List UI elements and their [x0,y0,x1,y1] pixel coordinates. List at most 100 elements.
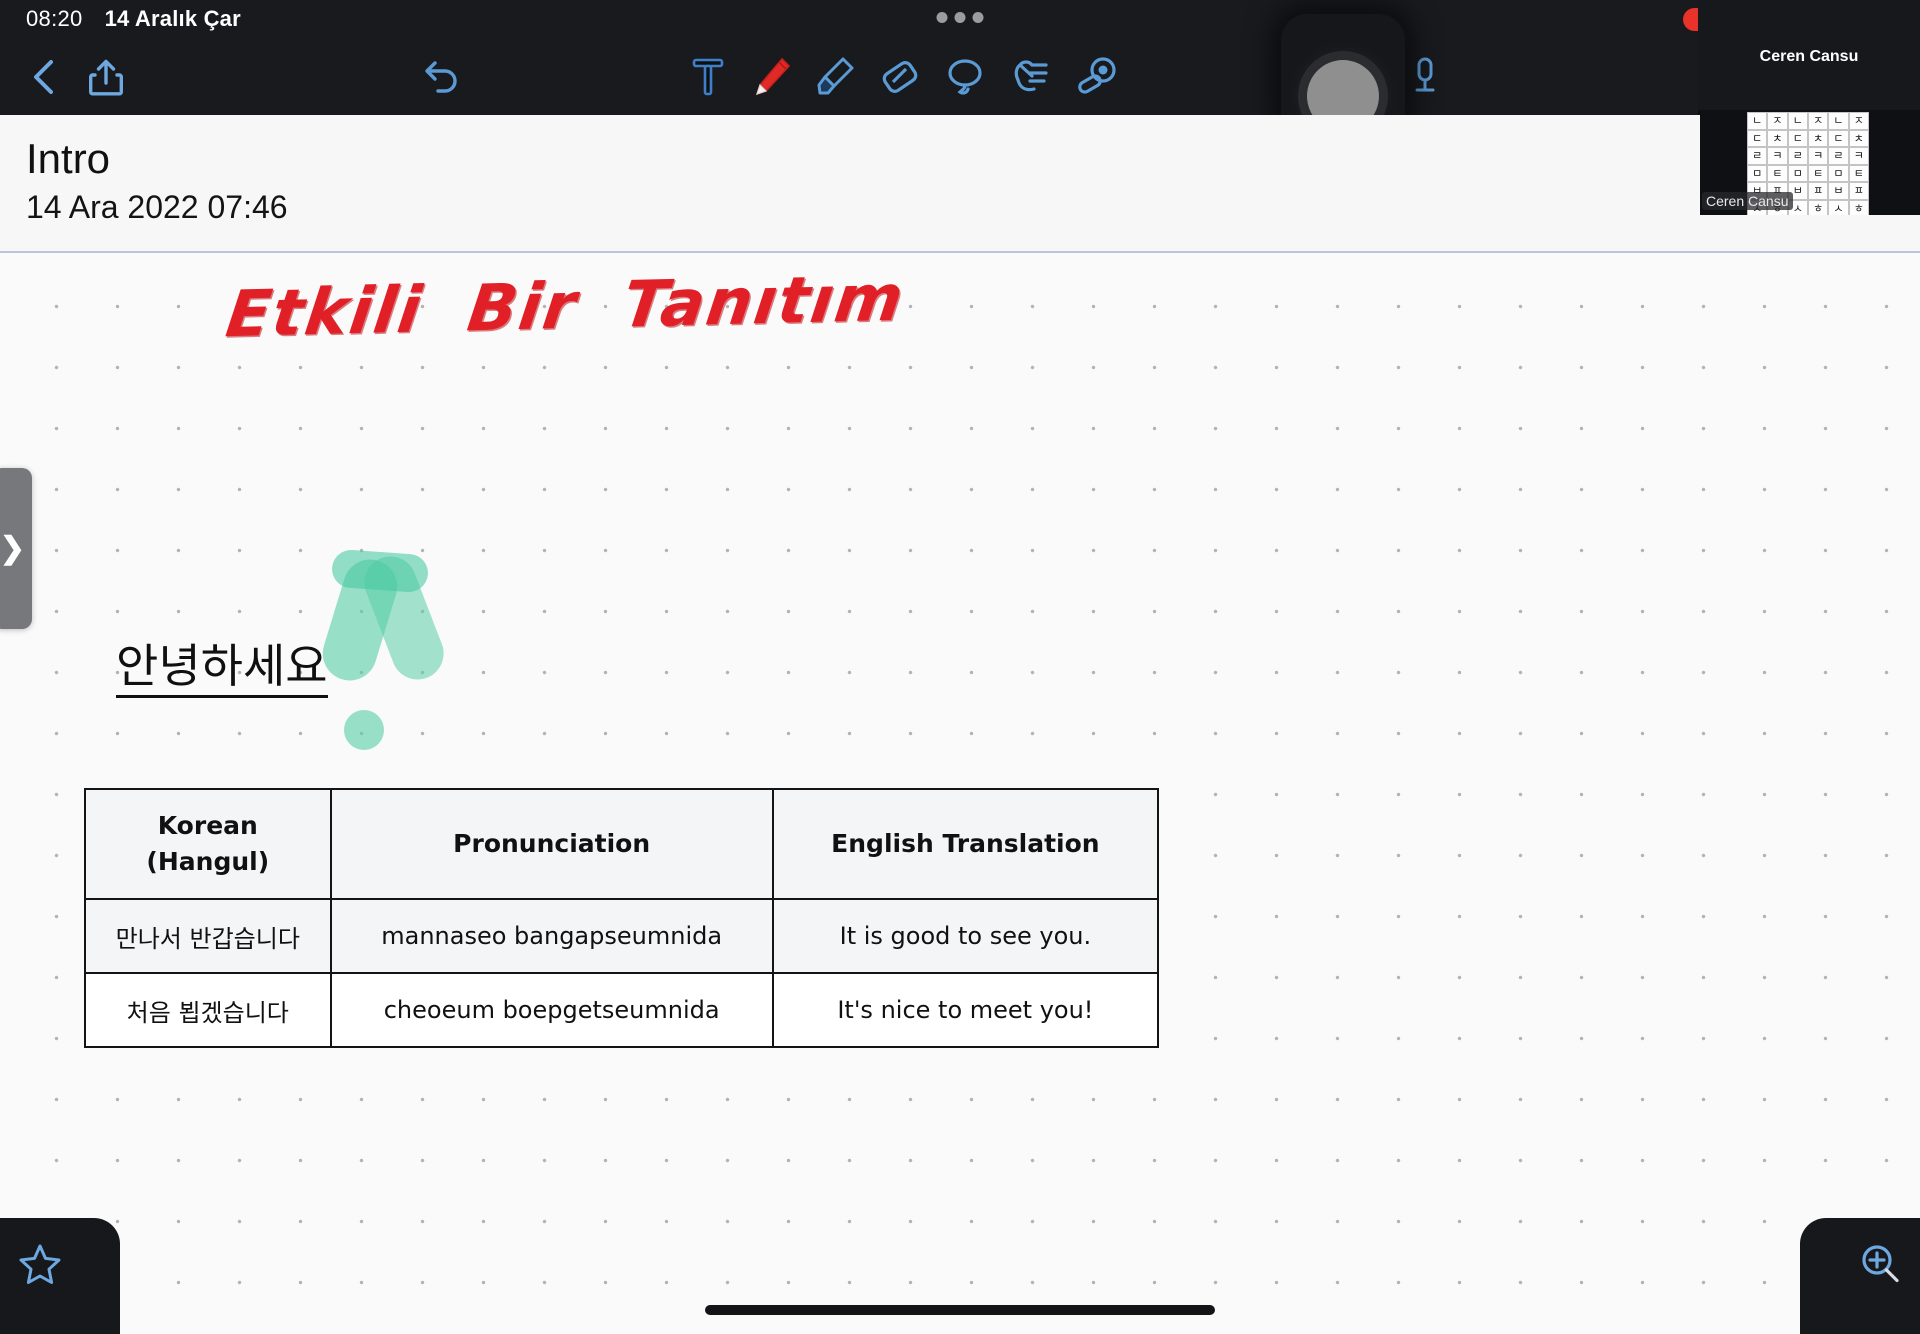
microphone-icon [1415,57,1435,91]
note-canvas[interactable]: Etkili Bir Tanıtım 안녕하세요 Korean (Hangul) P… [0,253,1920,1334]
highlight-dot [344,710,384,750]
handwritten-word-1: Etkili [221,273,428,353]
laser-pointer-icon [1078,56,1116,94]
hangul-cell: ㄹ [1747,147,1768,165]
hangul-cell: ㅈ [1848,112,1869,130]
hangul-cell: ㄹ [1787,147,1808,165]
lasso-tool[interactable] [937,49,993,105]
handwritten-title: Etkili Bir Tanıtım [222,262,909,352]
table-row: 만나서 반갑습니다 mannaseo bangapseumnida It is … [84,898,1160,974]
hangul-cell: ㄷ [1787,129,1808,147]
dot [972,12,984,23]
hangul-cell: ㅋ [1848,147,1869,165]
share-upload-icon [89,59,123,95]
status-date: 14 Aralık Çar [104,6,241,31]
zoom-in-button[interactable] [1856,1240,1904,1288]
call-shared-screen-tile[interactable]: ㄴㅈㄴㅈㄴㅈㄷㅊㄷㅊㄷㅊㄹㅋㄹㅋㄹㅋㅁㅌㅁㅌㅁㅌㅂㅍㅂㅍㅂㅍㅅㅎㅅㅎㅅㅎ Cer… [1698,110,1920,215]
table-header-pronunciation: Pronunciation [329,788,774,900]
bottom-left-panel [0,1218,120,1334]
hangul-cell: ㅍ [1848,182,1869,200]
korean-greeting-text: 안녕하세요 [116,641,328,698]
laser-tool[interactable] [1069,49,1125,105]
microphone-button[interactable] [1397,49,1453,105]
status-time: 08:20 [26,6,83,31]
star-outline-icon [19,1244,61,1284]
hangul-cell: ㅈ [1808,112,1829,130]
highlighter-tool[interactable] [807,49,863,105]
table-header-row: Korean (Hangul) Pronunciation English Tr… [84,788,1160,900]
hangul-cell: ㅁ [1747,164,1768,182]
highlight-stroke [330,548,430,594]
hangul-cell: ㄴ [1787,112,1808,130]
undo-button[interactable] [414,49,470,105]
highlighter-marker-icon [817,57,854,94]
editor-toolbar [0,38,1920,115]
lasso-select-icon [948,58,982,95]
bottom-right-panel [1800,1218,1920,1334]
sidebar-toggle[interactable]: ❯ [0,468,32,629]
pen-tool[interactable] [744,49,800,105]
text-t-icon [692,58,724,95]
hangul-cell: ㅎ [1848,199,1869,215]
vocabulary-table: Korean (Hangul) Pronunciation English Tr… [84,788,1160,1048]
table-row: 처음 뵙겠습니다 cheoeum boepgetseumnida It's ni… [84,972,1160,1048]
favorite-button[interactable] [16,1240,64,1288]
call-self-name: Ceren Cansu [1759,48,1859,65]
cell-pronunciation: cheoeum boepgetseumnida [329,972,774,1048]
undo-arrow-icon [425,60,457,93]
table-header-english: English Translation [771,788,1160,900]
eraser-tool[interactable] [872,49,928,105]
chevron-right-icon: ❯ [0,531,25,565]
text-tool[interactable] [680,49,736,105]
call-share-name-badge: Ceren Cansu [1702,192,1793,210]
dot [954,12,966,23]
header-line-2: (Hangul) [146,847,270,876]
cell-english: It's nice to meet you! [771,972,1160,1048]
home-indicator [705,1305,1215,1315]
hangul-cell: ㅋ [1767,147,1788,165]
hangul-cell: ㄴ [1828,112,1849,130]
hangul-cell: ㅍ [1808,182,1829,200]
hangul-cell: ㄷ [1747,129,1768,147]
cell-korean: 처음 뵙겠습니다 [84,972,332,1048]
magnifier-plus-icon [1862,1245,1899,1283]
hand-tool[interactable] [1003,49,1059,105]
hangul-cell: ㅁ [1787,164,1808,182]
highlighter-exclamation-annotation [316,548,452,758]
hangul-cell: ㅌ [1808,164,1829,182]
hangul-cell: ㄴ [1747,112,1768,130]
call-self-tile[interactable]: Ceren Cansu [1698,0,1920,110]
pointing-hand-icon [1014,59,1048,91]
hangul-cell: ㄹ [1828,147,1849,165]
share-button[interactable] [78,49,134,105]
back-button[interactable] [16,49,72,105]
page-title: Intro [26,135,111,182]
handwritten-word-3: Tanıtım [618,261,910,343]
cell-english: It is good to see you. [771,898,1160,974]
hangul-cell: ㅊ [1767,129,1788,147]
hangul-cell: ㄷ [1828,129,1849,147]
cell-pronunciation: mannaseo bangapseumnida [329,898,774,974]
hangul-cell: ㅌ [1848,164,1869,182]
top-chrome: 08:20 14 Aralık Çar [0,0,1920,138]
hangul-cell: ㅈ [1767,112,1788,130]
hangul-cell: ㅅ [1828,199,1849,215]
note-header: Intro 14 Ara 2022 07:46 [0,115,1700,253]
hangul-cell: ㅁ [1828,164,1849,182]
video-call-panel[interactable]: Ceren Cansu Ceren Cansu ㄴㅈㄴㅈㄴㅈㄷㅊㄷㅊㄷㅊㄹㅋㄹㅋ… [1698,0,1920,215]
hangul-cell: ㅌ [1767,164,1788,182]
dot [936,12,948,23]
table-header-korean: Korean (Hangul) [84,788,332,900]
multitask-handle-icon[interactable] [936,12,984,23]
hangul-cell: ㅋ [1808,147,1829,165]
hangul-cell: ㅂ [1828,182,1849,200]
chevron-left-icon [34,59,53,94]
header-line-1: Korean [157,810,258,840]
note-header-filler [1700,215,1920,253]
red-pencil-icon [755,57,791,95]
hangul-cell: ㅎ [1808,199,1829,215]
eraser-icon [882,60,918,93]
cell-korean: 만나서 반갑습니다 [84,898,332,974]
hangul-cell: ㅊ [1848,129,1869,147]
handwritten-word-2: Bir [463,269,582,347]
